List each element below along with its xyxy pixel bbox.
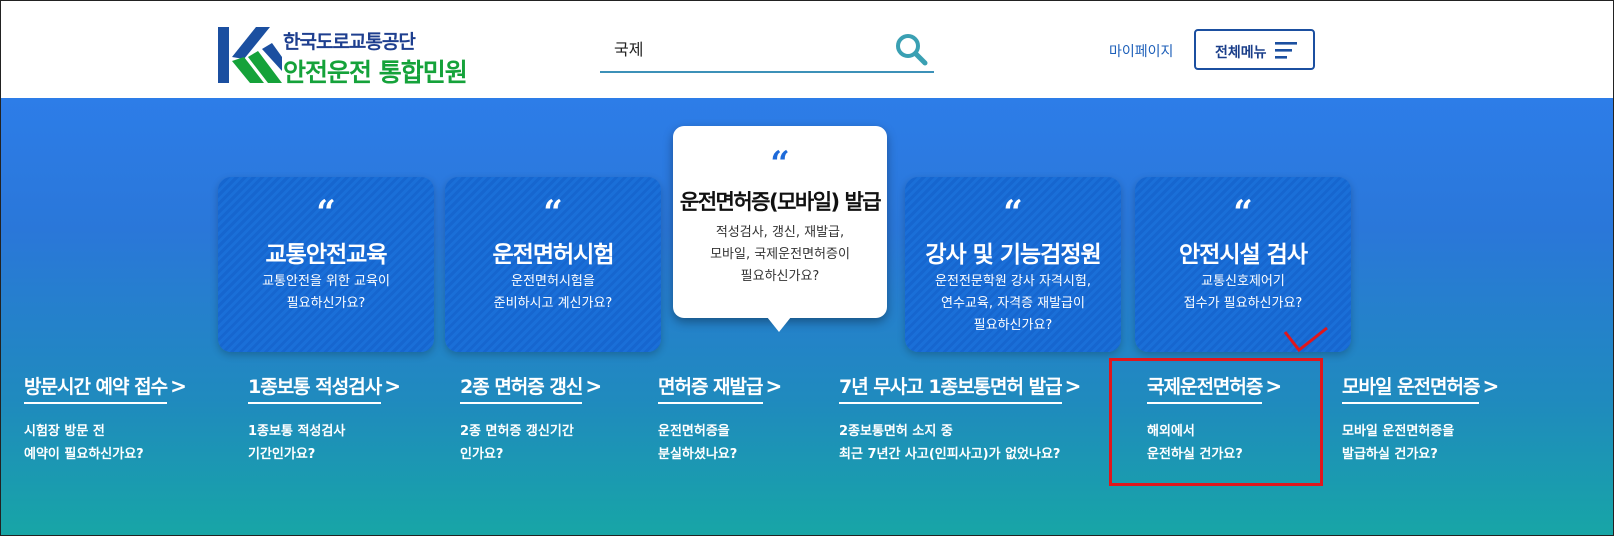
quick-link-title: 7년 무사고 1종보통면허 발급 xyxy=(839,372,1063,404)
quick-link-desc-line: 시험장 방문 전 xyxy=(24,424,105,439)
mypage-link[interactable]: 마이페이지 xyxy=(1109,41,1173,61)
card-traffic-safety-education[interactable]: “ 교통안전교육 교통안전을 위한 교육이 필요하신가요? xyxy=(218,177,434,352)
page-frame: 한국도로교통공단 안전운전 통합민원 마이페이지 전체메뉴 “ 교통안전교육 교… xyxy=(0,0,1614,536)
quote-icon: “ xyxy=(1233,193,1253,233)
card-title: 운전면허증(모바일) 발급 xyxy=(679,190,882,214)
quick-link-7yr-accident-free[interactable]: 7년 무사고 1종보통면허 발급 > 2종보통면허 소지 중 최근 7년간 사고(… xyxy=(839,372,1081,466)
quick-link-desc: 해외에서 운전하실 건가요? xyxy=(1147,420,1282,466)
card-desc-line: 운전면허시험을 xyxy=(511,274,595,289)
quick-link-title: 면허증 재발급 xyxy=(658,372,763,404)
card-desc: 운전면허시험을 준비하시고 계신가요? xyxy=(453,271,653,315)
quick-link-desc: 모바일 운전면허증을 발급하실 건가요? xyxy=(1342,420,1499,466)
card-title: 안전시설 검사 xyxy=(1179,242,1308,268)
card-desc-line: 운전전문학원 강사 자격시험, xyxy=(935,274,1091,289)
quick-link-desc-line: 운전하실 건가요? xyxy=(1147,447,1243,462)
all-menu-button[interactable]: 전체메뉴 xyxy=(1194,29,1315,70)
quick-link-license-renewal[interactable]: 2종 면허증 갱신 > 2종 면허증 갱신기간 인가요? xyxy=(460,372,602,466)
quick-link-desc: 시험장 방문 전 예약이 필요하신가요? xyxy=(24,420,187,466)
quick-link-license-reissue[interactable]: 면허증 재발급 > 운전면허증을 분실하셨나요? xyxy=(658,372,782,466)
quick-link-desc-line: 2종 면허증 갱신기간 xyxy=(460,424,574,439)
card-title: 운전면허시험 xyxy=(492,242,615,268)
quick-link-desc-line: 해외에서 xyxy=(1147,424,1195,439)
quick-link-desc-line: 예약이 필요하신가요? xyxy=(24,447,144,462)
quick-link-title: 모바일 운전면허증 xyxy=(1342,372,1480,404)
chevron-right-icon: > xyxy=(765,374,783,398)
quick-link-desc-line: 분실하셨나요? xyxy=(658,447,738,462)
quick-link-desc-line: 1종보통 적성검사 xyxy=(248,424,346,439)
card-title: 강사 및 기능검정원 xyxy=(925,242,1101,268)
quick-link-title: 2종 면허증 갱신 xyxy=(460,372,583,404)
card-desc-line: 필요하신가요? xyxy=(973,318,1053,333)
card-desc-line: 필요하신가요? xyxy=(740,269,820,284)
quick-link-desc: 2종 면허증 갱신기간 인가요? xyxy=(460,420,602,466)
kororoad-logo-icon[interactable] xyxy=(218,27,282,83)
search-input[interactable] xyxy=(614,35,884,61)
card-desc-line: 필요하신가요? xyxy=(286,296,366,311)
quick-link-visit-reservation[interactable]: 방문시간 예약 접수 > 시험장 방문 전 예약이 필요하신가요? xyxy=(24,372,187,466)
quick-link-desc: 운전면허증을 분실하셨나요? xyxy=(658,420,782,466)
quick-link-desc-line: 운전면허증을 xyxy=(658,424,730,439)
all-menu-label: 전체메뉴 xyxy=(1215,45,1267,61)
quick-link-aptitude-test[interactable]: 1종보통 적성검사 > 1종보통 적성검사 기간인가요? xyxy=(248,372,401,466)
quick-link-desc: 2종보통면허 소지 중 최근 7년간 사고(인피사고)가 없었나요? xyxy=(839,420,1081,466)
chevron-right-icon: > xyxy=(1482,374,1500,398)
quick-link-international-license[interactable]: 국제운전면허증 > 해외에서 운전하실 건가요? xyxy=(1147,372,1282,466)
search-icon[interactable] xyxy=(894,32,928,66)
card-desc-line: 교통신호제어기 xyxy=(1201,274,1285,289)
chevron-right-icon: > xyxy=(585,374,603,398)
quick-link-desc-line: 최근 7년간 사고(인피사고)가 없었나요? xyxy=(839,447,1061,462)
card-desc: 적성검사, 갱신, 재발급, 모바일, 국제운전면허증이 필요하신가요? xyxy=(681,222,879,288)
quick-link-desc-line: 발급하실 건가요? xyxy=(1342,447,1438,462)
hamburger-icon xyxy=(1275,42,1297,59)
quick-link-title: 1종보통 적성검사 xyxy=(248,372,382,404)
chevron-right-icon: > xyxy=(1064,374,1082,398)
card-instructor-examiner[interactable]: “ 강사 및 기능검정원 운전전문학원 강사 자격시험, 연수교육, 자격증 재… xyxy=(905,177,1121,352)
quote-icon: “ xyxy=(316,193,336,233)
card-license-issuance-active[interactable]: “ 운전면허증(모바일) 발급 적성검사, 갱신, 재발급, 모바일, 국제운전… xyxy=(673,126,887,332)
quick-link-desc-line: 인가요? xyxy=(460,447,504,462)
quick-link-title: 방문시간 예약 접수 xyxy=(24,372,168,404)
quick-link-desc-line: 2종보통면허 소지 중 xyxy=(839,424,953,439)
chevron-right-icon: > xyxy=(1265,374,1283,398)
card-desc-line: 모바일, 국제운전면허증이 xyxy=(710,247,850,262)
card-desc-line: 교통안전을 위한 교육이 xyxy=(262,274,390,289)
chevron-right-icon: > xyxy=(384,374,401,398)
card-desc-line: 연수교육, 자격증 재발급이 xyxy=(941,296,1085,311)
card-desc-line: 준비하시고 계신가요? xyxy=(493,296,613,311)
quick-link-desc-line: 모바일 운전면허증을 xyxy=(1342,424,1455,439)
quick-link-desc-line: 기간인가요? xyxy=(248,447,316,462)
org-name: 한국도로교통공단 xyxy=(283,31,416,53)
quick-link-desc: 1종보통 적성검사 기간인가요? xyxy=(248,420,401,466)
quick-link-mobile-license[interactable]: 모바일 운전면허증 > 모바일 운전면허증을 발급하실 건가요? xyxy=(1342,372,1499,466)
card-title: 교통안전교육 xyxy=(265,242,388,268)
quick-link-title: 국제운전면허증 xyxy=(1147,372,1263,404)
search-bar xyxy=(600,29,934,73)
card-desc: 교통신호제어기 접수가 필요하신가요? xyxy=(1143,271,1343,315)
card-desc: 교통안전을 위한 교육이 필요하신가요? xyxy=(226,271,426,315)
card-desc: 운전전문학원 강사 자격시험, 연수교육, 자격증 재발급이 필요하신가요? xyxy=(913,271,1113,337)
card-desc-line: 접수가 필요하신가요? xyxy=(1183,296,1303,311)
card-license-exam[interactable]: “ 운전면허시험 운전면허시험을 준비하시고 계신가요? xyxy=(445,177,661,352)
chevron-right-icon: > xyxy=(170,374,187,398)
site-header: 한국도로교통공단 안전운전 통합민원 마이페이지 전체메뉴 xyxy=(1,1,1613,98)
quote-icon: “ xyxy=(770,144,790,184)
card-desc-line: 적성검사, 갱신, 재발급, xyxy=(715,225,845,240)
service-name[interactable]: 안전운전 통합민원 xyxy=(283,53,468,89)
quote-icon: “ xyxy=(543,193,563,233)
checkmark-icon xyxy=(1283,326,1328,353)
quote-icon: “ xyxy=(1003,193,1023,233)
